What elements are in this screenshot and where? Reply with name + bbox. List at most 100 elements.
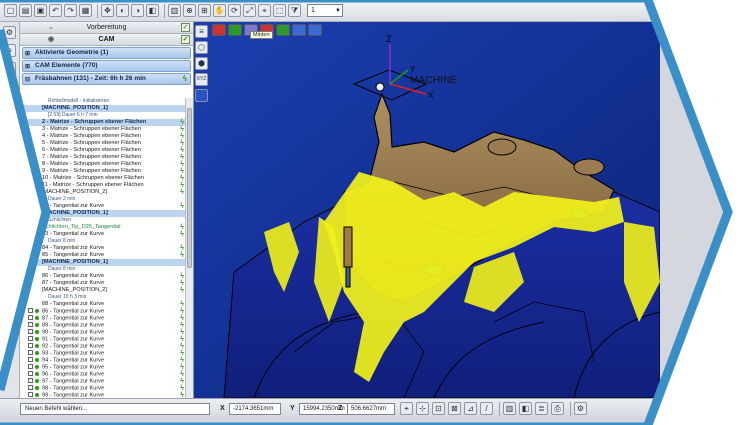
tree-checkbox[interactable] <box>28 385 33 390</box>
section-fraesbahnen[interactable]: ⊟ Fräsbahnen (131) - Zeit: 6h h 26 min ϟ <box>22 73 191 85</box>
grid-icon[interactable]: ▦ <box>79 4 92 17</box>
tree-item[interactable]: [2 59] Dauer 6 h 7 min <box>20 112 186 119</box>
color-status-icon[interactable]: ◧ <box>519 402 532 415</box>
tree-item[interactable]: [MACHINE_POSITION_1] <box>20 210 186 217</box>
bolt-icon[interactable]: ϟ <box>180 189 184 196</box>
shade-icon[interactable]: ◑ <box>131 4 144 17</box>
bolt-icon[interactable]: ϟ <box>180 371 184 378</box>
bolt-icon[interactable]: ϟ <box>180 287 184 294</box>
measure-icon[interactable]: ⌖ <box>258 4 271 17</box>
tree-item[interactable]: 9 - Matrize - Schruppen ebener Flächen ϟ <box>20 168 186 175</box>
tree-item[interactable]: 87 - Tangential zur Kurve ϟ <box>20 280 186 287</box>
bolt-icon[interactable]: ϟ <box>180 378 184 385</box>
check-icon[interactable]: ✓ <box>181 35 190 44</box>
bolt-icon[interactable]: ϟ <box>180 364 184 371</box>
bolt-icon[interactable]: ϟ <box>180 133 184 140</box>
iso-icon[interactable]: ⬢ <box>195 57 208 70</box>
bolt-icon[interactable]: ϟ <box>180 231 184 238</box>
bolt-icon[interactable]: ϟ <box>180 154 184 161</box>
tree-checkbox[interactable] <box>28 315 33 320</box>
tree-item[interactable]: 98 - Tangential zur Kurve ϟ <box>20 385 186 392</box>
tree-item[interactable]: [MACHINE_POSITION_2] ϟ <box>20 189 186 196</box>
tab-cam[interactable]: ◉ CAM ✓ <box>20 34 193 46</box>
save-icon[interactable]: ▣ <box>34 4 47 17</box>
bolt-icon[interactable]: ϟ <box>180 280 184 287</box>
bolt-icon[interactable]: ϟ <box>180 329 184 336</box>
bolt-icon[interactable]: ϟ <box>180 140 184 147</box>
tree-checkbox[interactable] <box>28 371 33 376</box>
section-aktivierte-geometrie[interactable]: ⊞ Aktivierte Geometrie (1) <box>22 47 191 59</box>
tree-checkbox[interactable] <box>28 343 33 348</box>
tree-item[interactable]: [MACHINE_POSITION_1] <box>20 105 186 112</box>
tree-item[interactable]: 7 - Matrize - Schruppen ebener Flächen ϟ <box>20 154 186 161</box>
tree-scrollbar[interactable] <box>185 98 193 398</box>
tree-item[interactable]: 89 - Tangential zur Kurve ϟ <box>20 322 186 329</box>
cube-icon[interactable]: ⬡ <box>195 41 208 54</box>
tree-item[interactable]: 90 - Tangential zur Kurve ϟ <box>20 329 186 336</box>
tree-item[interactable]: 88 - Tangential zur Kurve ϟ <box>20 301 186 308</box>
relative-icon[interactable]: / <box>480 402 493 415</box>
bolt-icon[interactable]: ϟ <box>180 252 184 259</box>
properties-icon[interactable]: ≡ <box>3 44 16 57</box>
bolt-icon[interactable]: ϟ <box>180 119 184 126</box>
tree-item[interactable]: 4 - Matrize - Schruppen ebener Flächen ϟ <box>20 133 186 140</box>
new-icon[interactable]: ▢ <box>4 4 17 17</box>
redo-icon[interactable]: ↷ <box>64 4 77 17</box>
axis-mini-icon[interactable]: XYZ <box>195 73 208 86</box>
tree-checkbox[interactable] <box>28 329 33 334</box>
tree-item[interactable]: 87 - Tangential zur Kurve ϟ <box>20 315 186 322</box>
snap-end-icon[interactable]: ⊡ <box>432 402 445 415</box>
y-coordinate[interactable]: 15994.2350mm <box>299 403 351 415</box>
tree-item[interactable]: 86 - Tangential zur Kurve ϟ <box>20 273 186 280</box>
command-input[interactable]: Neuen Befehl wählen... <box>20 403 210 415</box>
open-icon[interactable]: ▤ <box>19 4 32 17</box>
expand-icon[interactable]: ⊞ <box>25 49 30 59</box>
tree-checkbox[interactable] <box>28 364 33 369</box>
line-status-icon[interactable]: ≣ <box>535 402 548 415</box>
tree-icon[interactable]: ⚙ <box>3 26 16 39</box>
tree-item[interactable]: 97 - Tangential zur Kurve ϟ <box>20 378 186 385</box>
settings-icon[interactable]: ⚙ <box>574 402 587 415</box>
bolt-icon[interactable]: ϟ <box>180 203 184 210</box>
bolt-icon[interactable]: ϟ <box>180 224 184 231</box>
bolt-icon[interactable]: ϟ <box>180 343 184 350</box>
snap-icon[interactable]: ✥ <box>101 4 114 17</box>
tree-item[interactable]: 92 - Tangential zur Kurve ϟ <box>20 343 186 350</box>
bolt-icon[interactable]: ϟ <box>180 147 184 154</box>
bolt-icon[interactable]: ϟ <box>180 336 184 343</box>
bolt-icon[interactable]: ϟ <box>180 350 184 357</box>
z-coordinate[interactable]: 506.6627mm <box>347 403 395 415</box>
tree-checkbox[interactable] <box>28 392 33 397</box>
collapse-icon[interactable]: ⊟ <box>25 75 30 85</box>
tree-checkbox[interactable] <box>28 322 33 327</box>
tree-item[interactable]: 5 - Matrize - Schruppen ebener Flächen ϟ <box>20 140 186 147</box>
pan-icon[interactable]: ✋ <box>213 4 226 17</box>
layer-select[interactable]: 1 ▼ <box>307 4 343 17</box>
bolt-icon[interactable]: ϟ <box>180 161 184 168</box>
menu-icon[interactable]: ≡ <box>195 25 208 38</box>
tree-item[interactable]: Dauer 2 min <box>20 196 186 203</box>
view-top-icon[interactable] <box>228 24 242 36</box>
check-icon[interactable]: ✓ <box>181 23 190 32</box>
view-iso2-icon[interactable] <box>308 24 322 36</box>
tree-item[interactable]: Dauer 8 min <box>20 266 186 273</box>
snap-mid-icon[interactable]: ⊠ <box>448 402 461 415</box>
bolt-icon[interactable]: ϟ <box>180 357 184 364</box>
view-bottom-icon[interactable] <box>276 24 290 36</box>
tree-item[interactable]: 10 - Matrize - Schruppen ebener Flächen ϟ <box>20 175 186 182</box>
tree-item[interactable]: [MACHINE_POSITION_1] <box>20 259 186 266</box>
tree-checkbox[interactable] <box>28 378 33 383</box>
tree-checkbox[interactable] <box>28 336 33 341</box>
tree-checkbox[interactable] <box>28 350 33 355</box>
tree-item[interactable]: Dauer 10 h 3 min <box>20 294 186 301</box>
tree-item[interactable]: 96 - Tangential zur Kurve ϟ <box>20 371 186 378</box>
view-front-icon[interactable] <box>212 24 226 36</box>
x-coordinate[interactable]: -2174.3651mm <box>229 403 281 415</box>
tree-checkbox[interactable] <box>28 308 33 313</box>
bolt-icon[interactable]: ϟ <box>180 245 184 252</box>
tree-item[interactable]: 91 - Tangential zur Kurve ϟ <box>20 336 186 343</box>
tree-item[interactable]: Rohteilmodell - Initialisieren <box>20 98 186 105</box>
snap-grid-icon[interactable]: ⊹ <box>416 402 429 415</box>
bolt-icon[interactable]: ϟ <box>183 74 187 84</box>
bolt-icon[interactable]: ϟ <box>180 315 184 322</box>
